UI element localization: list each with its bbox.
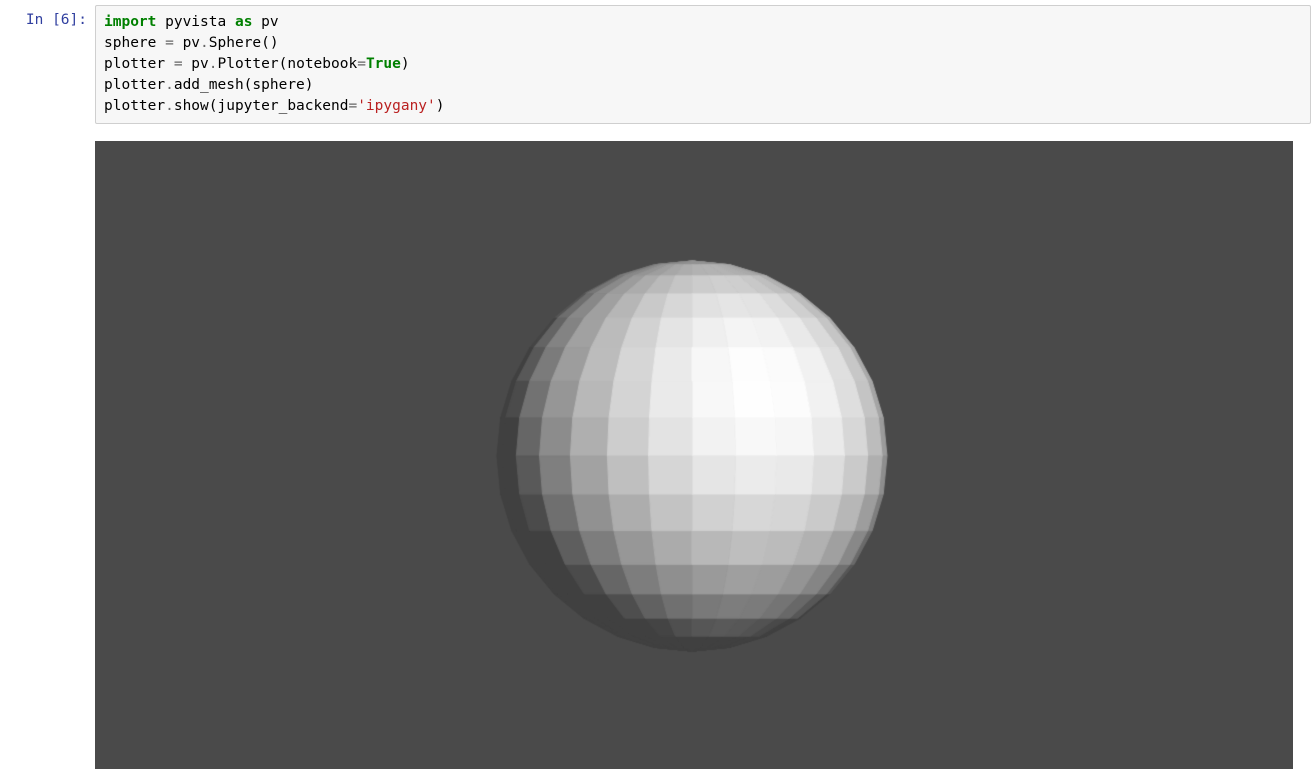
prompt-suffix: ]: (70, 12, 87, 28)
prompt-prefix: In [ (26, 12, 61, 28)
output-prompt-spacer (0, 141, 95, 769)
output-area (95, 141, 1311, 769)
code-editor[interactable]: import pyvista as pv sphere = pv.Sphere(… (95, 5, 1311, 124)
output-cell (0, 129, 1316, 774)
3d-viewer[interactable] (95, 141, 1293, 769)
prompt-exec-count: 6 (61, 12, 70, 28)
sphere-render[interactable] (95, 141, 1293, 769)
input-prompt: In [6]: (0, 5, 95, 124)
input-cell: In [6]: import pyvista as pv sphere = pv… (0, 0, 1316, 129)
